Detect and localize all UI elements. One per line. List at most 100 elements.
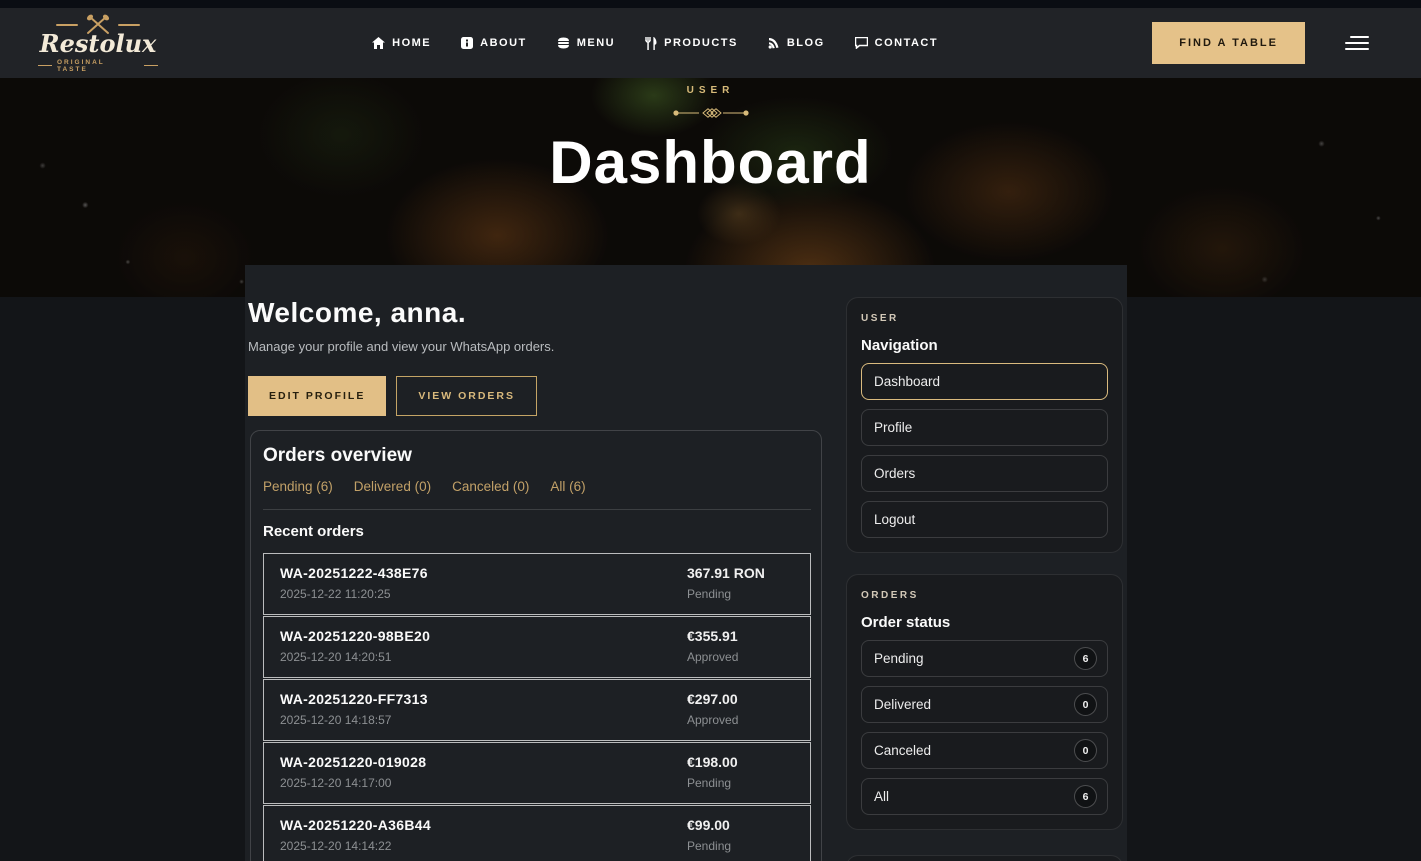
order-filter-tabs: Pending (6) Delivered (0) Canceled (0) A… xyxy=(263,479,811,494)
tab-pending[interactable]: Pending (6) xyxy=(263,479,333,494)
view-orders-button[interactable]: VIEW ORDERS xyxy=(396,376,538,416)
order-status: Approved xyxy=(687,713,739,727)
recent-orders-heading: Recent orders xyxy=(263,523,364,540)
user-navigation-card: USER Navigation Dashboard Profile Orders… xyxy=(846,297,1123,553)
order-meta: €198.00 Pending xyxy=(687,754,794,790)
burger-line xyxy=(1349,36,1369,38)
hero-eyebrow: USER xyxy=(686,85,735,96)
order-amount: 367.91 RON xyxy=(687,565,765,581)
status-row-pending[interactable]: Pending 6 xyxy=(861,640,1108,677)
order-meta: 367.91 RON Pending xyxy=(687,565,794,601)
order-list: WA-20251222-438E76 2025-12-22 11:20:25 3… xyxy=(263,553,811,861)
count-badge: 0 xyxy=(1074,693,1097,716)
order-info: WA-20251220-FF7313 2025-12-20 14:18:57 xyxy=(280,691,687,727)
orders-card-label: ORDERS xyxy=(861,590,919,601)
sidebar-item-profile[interactable]: Profile xyxy=(861,409,1108,446)
home-icon xyxy=(372,37,386,49)
order-date: 2025-12-20 14:14:22 xyxy=(280,839,392,853)
top-strip xyxy=(0,0,1421,8)
status-row-all[interactable]: All 6 xyxy=(861,778,1108,815)
status-row-delivered[interactable]: Delivered 0 xyxy=(861,686,1108,723)
order-amount: €99.00 xyxy=(687,817,730,833)
hero-content: USER Dashboard xyxy=(0,78,1421,297)
order-status: Pending xyxy=(687,587,732,601)
order-id: WA-20251222-438E76 xyxy=(280,565,428,581)
tagline-dash xyxy=(144,65,159,66)
status-row-canceled[interactable]: Canceled 0 xyxy=(861,732,1108,769)
nav-label: MENU xyxy=(576,37,616,49)
order-amount: €198.00 xyxy=(687,754,738,770)
order-status: Pending xyxy=(687,776,732,790)
order-id: WA-20251220-FF7313 xyxy=(280,691,428,707)
nav-label: CONTACT xyxy=(874,37,939,49)
order-date: 2025-12-20 14:20:51 xyxy=(280,650,392,664)
order-id: WA-20251220-98BE20 xyxy=(280,628,431,644)
order-date: 2025-12-20 14:17:00 xyxy=(280,776,392,790)
status-label: Pending xyxy=(874,651,924,666)
orders-overview-title: Orders overview xyxy=(263,445,412,466)
order-row[interactable]: WA-20251220-A36B44 2025-12-20 14:14:22 €… xyxy=(263,805,811,861)
header: Restolux ORIGINAL TASTE HOME ABOUT MENU … xyxy=(0,8,1421,78)
nav-item-products[interactable]: PRODUCTS xyxy=(645,36,738,50)
status-label: Delivered xyxy=(874,697,932,712)
support-card: SUPPORT xyxy=(846,855,1123,861)
nav-item-home[interactable]: HOME xyxy=(372,37,431,50)
brand-tagline-text: ORIGINAL TASTE xyxy=(56,58,105,73)
nav-item-contact[interactable]: CONTACT xyxy=(854,37,939,50)
user-card-label: USER xyxy=(861,313,899,324)
navigation-heading: Navigation xyxy=(861,337,938,354)
find-a-table-button[interactable]: FIND A TABLE xyxy=(1152,22,1305,64)
order-row[interactable]: WA-20251220-98BE20 2025-12-20 14:20:51 €… xyxy=(263,616,811,678)
action-buttons: EDIT PROFILE VIEW ORDERS xyxy=(248,376,826,416)
burger-line xyxy=(1344,42,1369,44)
status-label: Canceled xyxy=(874,743,932,758)
nav-label: HOME xyxy=(392,37,432,49)
hamburger-menu-icon[interactable] xyxy=(1344,36,1369,50)
sidebar-item-logout[interactable]: Logout xyxy=(861,501,1108,538)
content-area: Welcome, anna. Manage your profile and v… xyxy=(0,265,1421,861)
sidebar-item-dashboard[interactable]: Dashboard xyxy=(861,363,1108,400)
nav-item-blog[interactable]: BLOG xyxy=(768,37,825,50)
content-wrapper: Welcome, anna. Manage your profile and v… xyxy=(245,265,1127,861)
sidebar-item-orders[interactable]: Orders xyxy=(861,455,1108,492)
order-row[interactable]: WA-20251220-019028 2025-12-20 14:17:00 €… xyxy=(263,742,811,804)
order-info: WA-20251222-438E76 2025-12-22 11:20:25 xyxy=(280,565,687,601)
order-meta: €297.00 Approved xyxy=(687,691,794,727)
chat-icon xyxy=(854,37,868,49)
order-meta: €355.91 Approved xyxy=(687,628,794,664)
info-icon xyxy=(461,37,474,49)
order-row[interactable]: WA-20251220-FF7313 2025-12-20 14:18:57 €… xyxy=(263,679,811,741)
order-info: WA-20251220-019028 2025-12-20 14:17:00 xyxy=(280,754,687,790)
burger-food-icon xyxy=(557,37,569,49)
tab-all[interactable]: All (6) xyxy=(550,479,585,494)
count-badge: 0 xyxy=(1074,739,1097,762)
tab-canceled[interactable]: Canceled (0) xyxy=(452,479,529,494)
main-column: Welcome, anna. Manage your profile and v… xyxy=(248,297,826,861)
tab-delivered[interactable]: Delivered (0) xyxy=(354,479,431,494)
order-id: WA-20251220-019028 xyxy=(280,754,427,770)
order-status-rows: Pending 6 Delivered 0 Canceled 0 All 6 xyxy=(861,640,1108,815)
welcome-subtitle: Manage your profile and view your WhatsA… xyxy=(248,339,555,354)
order-status-heading: Order status xyxy=(861,614,951,631)
nav-item-about[interactable]: ABOUT xyxy=(461,37,527,50)
cutlery-icon xyxy=(645,36,657,50)
edit-profile-button[interactable]: EDIT PROFILE xyxy=(248,376,387,416)
welcome-heading: Welcome, anna. xyxy=(248,297,467,328)
order-row[interactable]: WA-20251222-438E76 2025-12-22 11:20:25 3… xyxy=(263,553,811,615)
brand-logo[interactable]: Restolux ORIGINAL TASTE xyxy=(38,14,159,73)
nav-label: PRODUCTS xyxy=(664,37,738,49)
brand-name: Restolux xyxy=(39,28,157,58)
order-info: WA-20251220-98BE20 2025-12-20 14:20:51 xyxy=(280,628,687,664)
sidebar: USER Navigation Dashboard Profile Orders… xyxy=(846,297,1123,861)
brand-tagline: ORIGINAL TASTE xyxy=(38,58,159,73)
nav-label: BLOG xyxy=(786,37,825,49)
user-nav-buttons: Dashboard Profile Orders Logout xyxy=(861,363,1108,538)
page-title: Dashboard xyxy=(549,129,872,196)
nav-item-menu[interactable]: MENU xyxy=(557,37,615,50)
count-badge: 6 xyxy=(1074,647,1097,670)
status-label: All xyxy=(874,789,890,804)
order-status: Approved xyxy=(687,650,739,664)
order-status-card: ORDERS Order status Pending 6 Delivered … xyxy=(846,574,1123,830)
blog-icon xyxy=(768,38,779,49)
orders-overview-card: Orders overview Pending (6) Delivered (0… xyxy=(250,430,822,861)
